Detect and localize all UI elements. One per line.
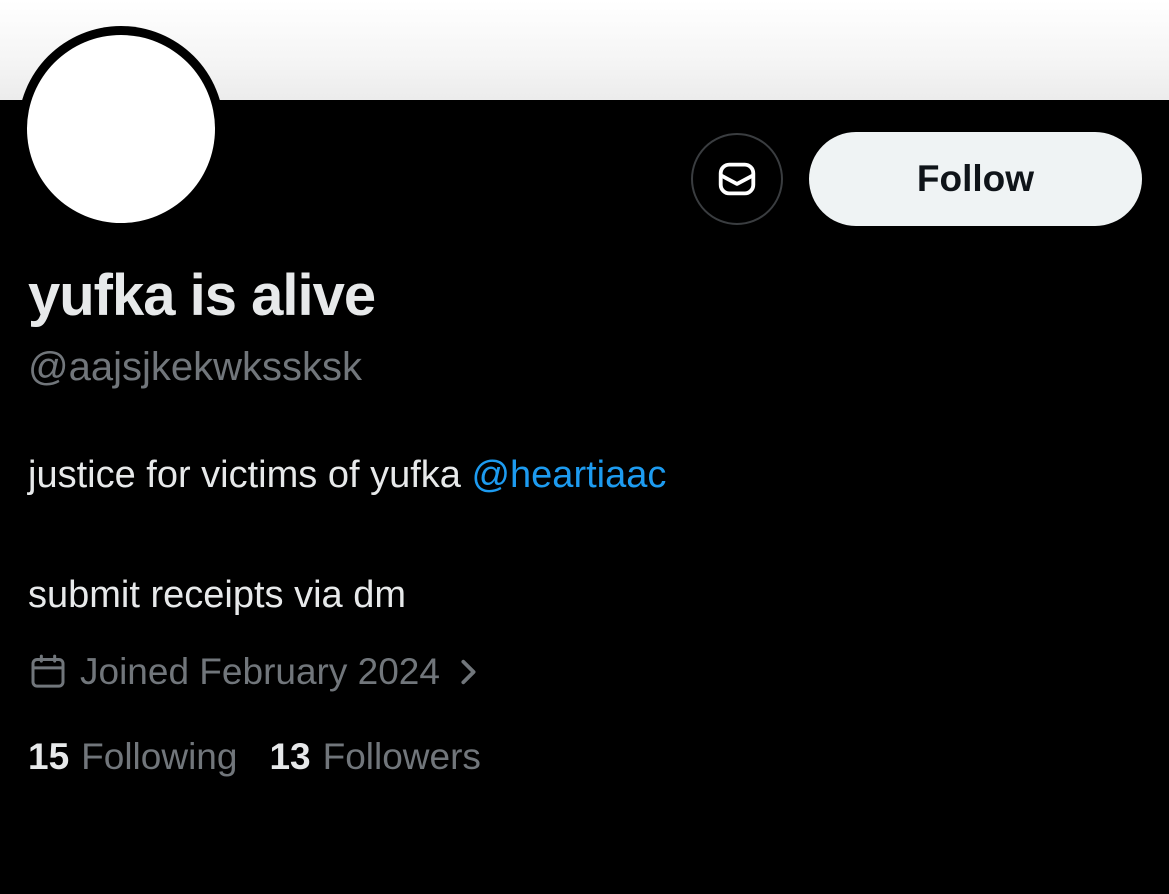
followers-count: 13 [269,736,311,777]
joined-date[interactable]: Joined February 2024 [28,648,482,696]
envelope-icon [714,156,760,202]
bio-line-2: submit receipts via dm [28,574,407,616]
joined-label: Joined February 2024 [80,651,440,692]
avatar-image [27,35,215,223]
bio-mention-link[interactable]: @heartiaac [471,454,666,496]
followers-link[interactable]: 13 Followers [269,736,480,778]
following-link[interactable]: 15 Following [28,736,237,778]
follow-button[interactable]: Follow [809,132,1142,226]
message-button[interactable] [691,133,783,225]
following-count: 15 [28,736,70,777]
following-label: Following [81,736,238,777]
avatar[interactable] [18,26,224,232]
profile-page: Follow yufka is alive @aajsjkekwkssksk j… [0,0,1169,894]
bio-line-1: justice for victims of yufka @heartiaac [28,445,666,505]
user-handle: @aajsjkekwkssksk [28,345,363,389]
display-name: yufka is alive [28,263,376,328]
profile-bio: justice for victims of yufka @heartiaac … [28,445,666,625]
bio-text: justice for victims of yufka [28,454,472,496]
followers-label: Followers [322,736,481,777]
chevron-right-icon [454,657,482,687]
follow-stats: 15 Following 13 Followers [28,733,481,781]
calendar-icon [28,652,68,692]
bio-spacer [28,505,666,565]
